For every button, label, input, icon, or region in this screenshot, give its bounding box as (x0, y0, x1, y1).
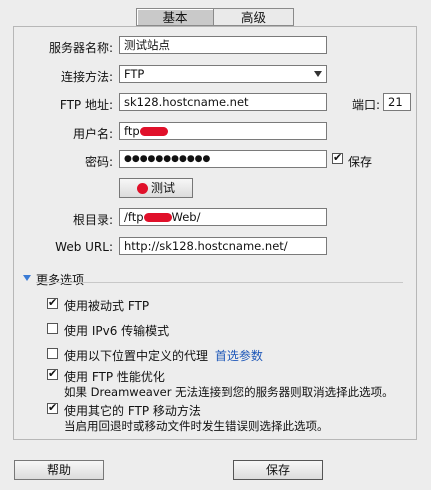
test-button[interactable]: 测试 (119, 178, 193, 198)
alt-move-checkbox[interactable]: ✔ (47, 401, 58, 414)
root-dir-prefix: /ftp (124, 210, 144, 224)
port-label: 端口: (351, 98, 380, 112)
check-icon: ✔ (333, 151, 343, 164)
tab-advanced[interactable]: 高级 (214, 8, 294, 26)
save-password-checkbox[interactable]: ✔ (332, 151, 343, 164)
ftp-address-label: FTP 地址: (59, 98, 113, 112)
connect-method-value: FTP (124, 67, 145, 81)
check-icon: ✔ (48, 296, 58, 309)
chevron-down-icon[interactable] (314, 71, 322, 77)
save-button[interactable]: 保存 (233, 460, 323, 480)
ftp-optimization-label: 使用 FTP 性能优化 (64, 370, 165, 384)
passive-ftp-checkbox[interactable]: ✔ (47, 296, 58, 309)
username-label: 用户名: (72, 127, 113, 141)
root-dir-suffix: Web/ (171, 210, 201, 224)
test-button-label: 测试 (150, 181, 175, 195)
password-label: 密码: (84, 155, 113, 169)
server-name-input[interactable]: 测试站点 (119, 36, 327, 54)
help-button[interactable]: 帮助 (14, 460, 104, 480)
root-dir-label: 根目录: (72, 213, 113, 227)
proxy-checkbox[interactable] (47, 348, 58, 359)
proxy-label-row: 使用以下位置中定义的代理 首选参数 (64, 347, 263, 364)
save-password-label: 保存 (348, 155, 373, 169)
root-dir-input[interactable]: /ftp Web/ (119, 208, 327, 226)
connect-method-select[interactable]: FTP (119, 65, 327, 83)
alt-move-label: 使用其它的 FTP 移动方法 (64, 404, 201, 418)
check-icon: ✔ (48, 367, 58, 380)
passive-ftp-label: 使用被动式 FTP (64, 299, 150, 313)
tab-basic[interactable]: 基本 (136, 8, 214, 26)
password-input[interactable]: ●●●●●●●●●●● (119, 150, 327, 168)
connect-method-label: 连接方法: (60, 70, 113, 84)
alt-move-desc: 当启用回退时或移动文件时发生错误则选择此选项。 (64, 419, 329, 433)
ftp-address-input[interactable]: sk128.hostcname.net (119, 93, 327, 111)
port-input[interactable]: 21 (383, 93, 411, 111)
ipv6-label: 使用 IPv6 传输模式 (64, 324, 170, 338)
section-divider (36, 282, 403, 283)
record-icon (136, 183, 148, 194)
ipv6-checkbox[interactable] (47, 323, 58, 334)
expand-triangle-icon[interactable] (23, 275, 31, 281)
check-icon: ✔ (48, 401, 58, 414)
redaction-mark (143, 213, 172, 222)
preferences-link[interactable]: 首选参数 (215, 349, 263, 363)
redaction-mark (139, 127, 168, 136)
ftp-optimization-checkbox[interactable]: ✔ (47, 367, 58, 380)
web-url-label: Web URL: (55, 240, 113, 254)
ftp-optimization-desc: 如果 Dreamweaver 无法连接到您的服务器则取消选择此选项。 (64, 385, 394, 399)
web-url-input[interactable]: http://sk128.hostcname.net/ (119, 237, 327, 255)
username-value: ftp (124, 124, 140, 138)
username-input[interactable]: ftp (119, 122, 327, 140)
more-options-title[interactable]: 更多选项 (36, 271, 84, 288)
proxy-label: 使用以下位置中定义的代理 (64, 349, 209, 363)
server-name-label: 服务器名称: (48, 41, 113, 55)
